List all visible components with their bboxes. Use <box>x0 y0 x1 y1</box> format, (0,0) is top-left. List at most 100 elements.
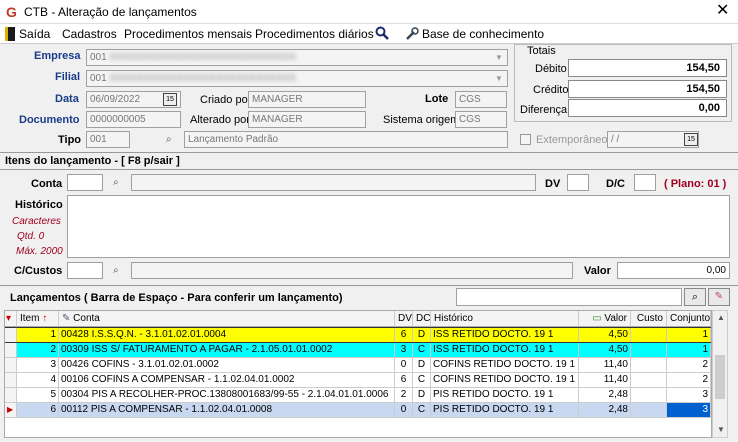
menu-bar: Saída Cadastros Procedimentos mensais Pr… <box>0 24 738 44</box>
divider <box>0 152 738 153</box>
documento-field[interactable]: 0000000005 <box>86 111 181 128</box>
empresa-name: XXXXXXXXXXXXXXXXXXXXXXXXXXXX <box>109 52 297 63</box>
lancamentos-header: Lançamentos ( Barra de Espaço - Para con… <box>10 292 343 304</box>
cell-valor: 4,50 <box>579 328 631 343</box>
extemporaneo-checkbox[interactable] <box>520 134 531 145</box>
empresa-select[interactable]: 001 XXXXXXXXXXXXXXXXXXXXXXXXXXXX ▼ <box>86 49 508 66</box>
extemporaneo-label: Extemporâneo <box>536 134 608 146</box>
conta-input[interactable] <box>67 174 103 191</box>
cell-conta: 00304 PIS A RECOLHER-PROC.13808001683/99… <box>59 388 395 403</box>
cell-conjunto: 1 <box>667 328 711 343</box>
money-icon: ▭ <box>592 313 602 324</box>
cell-dv: 0 <box>395 358 413 373</box>
cell-conjunto: 1 <box>667 343 711 358</box>
caracteres-label: Caracteres <box>12 216 61 227</box>
table-row[interactable]: 3 00426 COFINS - 3.1.01.02.01.0002 0 D COFIN… <box>5 358 711 373</box>
cell-conjunto: 3 <box>667 403 711 418</box>
cell-dc: C <box>413 343 431 358</box>
dc-input[interactable] <box>634 174 656 191</box>
valor-label: Valor <box>584 265 611 277</box>
title-bar: G CTB - Alteração de lançamentos ✕ <box>0 0 738 24</box>
cell-dc: C <box>413 373 431 388</box>
cell-historico: PIS RETIDO DOCTO. 19 1 <box>431 403 579 418</box>
cell-historico: PIS RETIDO DOCTO. 19 1 <box>431 388 579 403</box>
col-conta[interactable]: ✎ Conta <box>59 311 395 327</box>
calendar-icon[interactable]: 15 <box>163 93 177 106</box>
cell-historico: COFINS RETIDO DOCTO. 19 1 <box>431 358 579 373</box>
lote-field: CGS <box>455 91 507 108</box>
chevron-down-icon[interactable]: ▼ <box>492 72 506 85</box>
binoculars-icon[interactable]: ⌕ <box>113 265 119 276</box>
clear-filter-button[interactable]: ✎ <box>708 288 730 306</box>
table-row[interactable]: 5 00304 PIS A RECOLHER-PROC.13808001683/9… <box>5 388 711 403</box>
table-row[interactable]: 2 00309 ISS S/ FATURAMENTO A PAGAR - 2.1.… <box>5 342 711 359</box>
sort-asc-icon: ↑ <box>42 313 48 324</box>
chevron-down-icon[interactable]: ▼ <box>492 51 506 64</box>
historico-textarea[interactable] <box>67 195 730 258</box>
tipo-name-field: Lançamento Padrão <box>184 131 508 148</box>
row-indicator <box>5 388 17 403</box>
col-item[interactable]: Item ↑ <box>17 311 59 327</box>
cell-dc: D <box>413 388 431 403</box>
search-icon[interactable] <box>375 26 389 43</box>
valor-input[interactable]: 0,00 <box>617 262 730 279</box>
binoculars-icon[interactable]: ⌕ <box>166 134 172 145</box>
col-conjunto[interactable]: Conjunto <box>667 311 711 327</box>
filter-input[interactable] <box>456 288 682 306</box>
sistema-field: CGS <box>455 111 507 128</box>
filial-code: 001 <box>90 73 107 84</box>
table-row[interactable]: 1 00428 I.S.S.Q.N. - 3.1.01.02.01.0004 6 D I… <box>5 327 711 344</box>
close-button[interactable]: ✕ <box>716 2 729 20</box>
calendar-icon[interactable]: 15 <box>684 133 698 146</box>
cell-valor: 2,48 <box>579 388 631 403</box>
table-row[interactable]: ▶ 6 00112 PIS A COMPENSAR - 1.1.02.04.01.0… <box>5 403 711 418</box>
debito-label: Débito <box>535 63 567 75</box>
debito-value: 154,50 <box>568 59 727 77</box>
conta-name-field <box>131 174 536 191</box>
col-item-label: Item <box>20 313 40 324</box>
cell-dv: 0 <box>395 403 413 418</box>
vertical-scrollbar[interactable]: ▲ ▼ <box>712 310 728 438</box>
tipo-field[interactable]: 001 <box>86 131 130 148</box>
sort-indicator-icon: ▾ <box>5 311 17 327</box>
wrench-icon[interactable] <box>405 27 419 44</box>
alterado-label: Alterado por <box>190 114 250 126</box>
cell-dc: D <box>413 328 431 343</box>
row-indicator <box>5 328 17 343</box>
cell-conjunto: 3 <box>667 388 711 403</box>
menu-procedimentos-mensais[interactable]: Procedimentos mensais <box>124 27 252 41</box>
dv-input[interactable] <box>567 174 589 191</box>
ccustos-input[interactable] <box>67 262 103 279</box>
cell-dv: 2 <box>395 388 413 403</box>
table-row[interactable]: 4 00106 COFINS A COMPENSAR - 1.1.02.04.01… <box>5 373 711 388</box>
current-row-indicator-icon: ▶ <box>5 403 17 418</box>
cell-item: 3 <box>17 358 59 373</box>
row-indicator <box>5 343 17 358</box>
filial-select[interactable]: 001 XXXXXXXXXXXXXXXXXXXXXXXXXXXX ▼ <box>86 70 508 87</box>
scroll-down-icon[interactable]: ▼ <box>717 425 725 434</box>
menu-saida[interactable]: Saída <box>19 27 50 41</box>
scroll-thumb[interactable] <box>715 355 725 399</box>
plano-label: ( Plano: 01 ) <box>664 178 727 190</box>
col-historico[interactable]: Histórico <box>431 311 579 327</box>
lancamentos-table[interactable]: ▾ Item ↑ ✎ Conta DV DC Histórico ▭ Valor… <box>4 310 712 438</box>
col-dv[interactable]: DV <box>395 311 413 327</box>
col-custo[interactable]: Custo <box>631 311 667 327</box>
col-dc[interactable]: DC <box>413 311 431 327</box>
cell-dc: D <box>413 358 431 373</box>
col-valor[interactable]: ▭ Valor <box>579 311 631 327</box>
eraser-icon: ✎ <box>714 291 724 302</box>
exit-door-icon[interactable] <box>5 27 15 41</box>
cell-dc: C <box>413 403 431 418</box>
col-conta-label: Conta <box>73 313 100 324</box>
window-title: CTB - Alteração de lançamentos <box>24 5 197 19</box>
menu-base-conhecimento[interactable]: Base de conhecimento <box>422 27 544 41</box>
menu-procedimentos-diarios[interactable]: Procedimentos diários <box>255 27 374 41</box>
cell-conta: 00426 COFINS - 3.1.01.02.01.0002 <box>59 358 395 373</box>
ccustos-label: C/Custos <box>14 265 63 277</box>
search-button[interactable]: ⌕ <box>684 288 706 306</box>
data-value: 06/09/2022 <box>90 94 141 105</box>
menu-cadastros[interactable]: Cadastros <box>62 27 117 41</box>
scroll-up-icon[interactable]: ▲ <box>717 313 725 322</box>
binoculars-icon[interactable]: ⌕ <box>113 177 119 188</box>
